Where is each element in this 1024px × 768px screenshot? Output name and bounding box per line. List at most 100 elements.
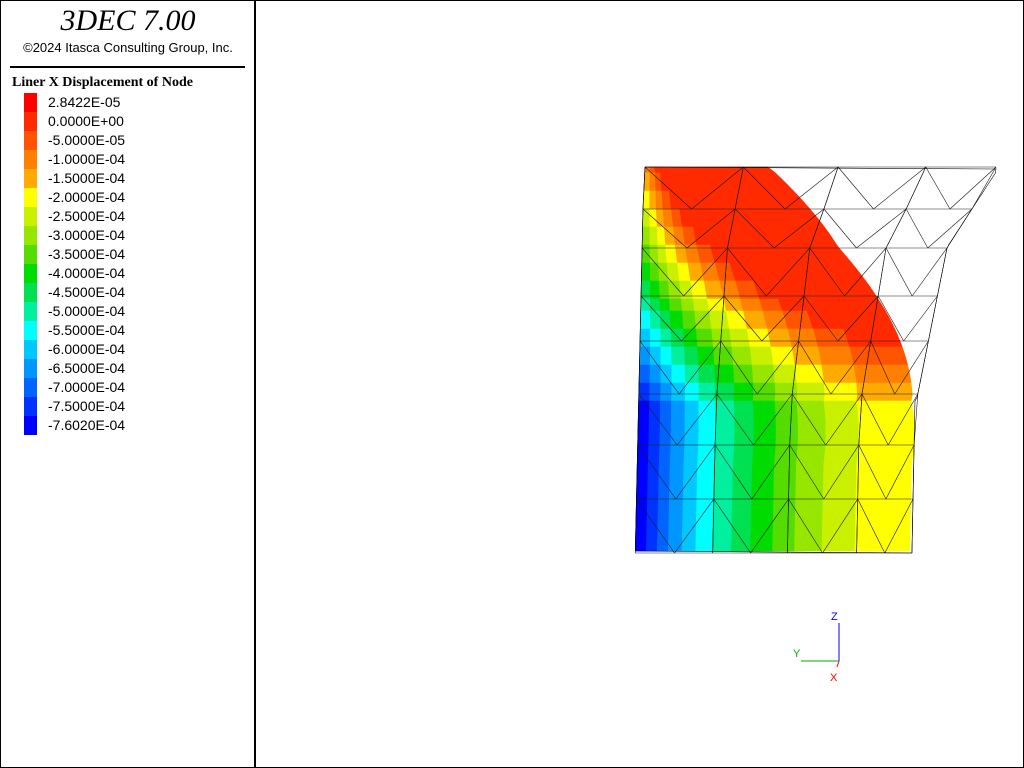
contour-cell (658, 472, 671, 480)
legend-entry: -3.0000E-04 (24, 226, 244, 245)
contour-cell (696, 478, 715, 486)
mesh-line (925, 166, 951, 210)
contour-cell (648, 430, 661, 438)
contour-cell (773, 496, 796, 504)
contour-cell (773, 478, 797, 486)
contour-cell (698, 376, 716, 384)
contour-cell (660, 406, 672, 414)
contour-cell (858, 424, 915, 432)
contour-cell (773, 490, 797, 498)
contour-cell (714, 394, 735, 402)
contour-cell (698, 436, 716, 444)
contour-cell (698, 430, 716, 438)
contour-cell (650, 286, 661, 294)
contour-cell (649, 268, 660, 276)
contour-cell (639, 328, 651, 336)
contour-cell (824, 406, 859, 414)
contour-cell (708, 238, 725, 246)
contour-cell (764, 316, 787, 324)
legend-label: -3.5000E-04 (48, 246, 126, 262)
contour-cell (660, 322, 672, 330)
mesh-line (885, 247, 913, 297)
contour-cell (813, 268, 862, 276)
contour-cell (733, 454, 754, 462)
contour-cell (635, 514, 648, 522)
contour-cell (794, 508, 824, 516)
contour-cell (683, 232, 697, 240)
contour-cell (713, 478, 734, 486)
contour-cell (671, 394, 686, 402)
contour-cell (713, 256, 731, 264)
contour-cell (734, 412, 755, 420)
legend-label: -5.0000E-05 (48, 132, 126, 148)
mesh-line (905, 166, 927, 210)
contour-cell (671, 358, 686, 366)
contour-cell (671, 376, 686, 384)
contour-cell (823, 286, 875, 294)
contour-cell (825, 424, 860, 432)
legend-label: -1.0000E-04 (48, 151, 126, 167)
contour-cell (650, 328, 662, 336)
legend-entry: -2.5000E-04 (24, 207, 244, 226)
contour-cell (642, 226, 651, 234)
mesh-line (784, 166, 839, 210)
contour-cell (760, 256, 786, 264)
mesh-line (911, 247, 948, 297)
contour-cell (787, 268, 818, 276)
contour-cell (856, 460, 913, 468)
contour-cell (648, 436, 661, 444)
contour-cell (647, 490, 659, 498)
contour-cell (732, 490, 753, 498)
contour-cell (679, 286, 693, 294)
contour-cell (668, 286, 682, 294)
contour-cell (720, 286, 740, 294)
contour-cell (822, 514, 856, 522)
contour-cell (713, 472, 734, 480)
contour-cell (655, 184, 663, 192)
contour-cell (638, 382, 651, 390)
title-divider (10, 66, 245, 68)
contour-cell (773, 472, 797, 480)
contour-cell (775, 430, 799, 438)
contour-cell (649, 208, 657, 216)
contour-cell (685, 190, 699, 198)
contour-cell (751, 472, 775, 480)
contour-cell (698, 400, 716, 408)
contour-cell (662, 202, 672, 210)
contour-cell (733, 406, 755, 414)
contour-cell (656, 544, 669, 552)
contour-cell (684, 406, 700, 414)
contour-cell (741, 304, 764, 312)
contour-cell (714, 436, 735, 444)
contour-cell (729, 334, 750, 342)
legend-label: 0.0000E+00 (48, 113, 124, 129)
contour-cell (697, 250, 714, 258)
contour-cell (683, 460, 699, 468)
contour-cell (816, 340, 851, 348)
contour-cell (640, 280, 651, 288)
contour-cell (668, 502, 684, 510)
contour-cell (685, 250, 700, 258)
contour-cell (847, 340, 903, 348)
legend-label: -7.6020E-04 (48, 417, 126, 433)
contour-cell (639, 352, 651, 360)
contour-cell (713, 352, 734, 360)
contour-cell (796, 448, 826, 456)
contour-cell (858, 430, 915, 438)
contour-cell (670, 328, 685, 336)
model-viewport[interactable]: Z Y X (256, 0, 1022, 766)
contour-cell (712, 514, 733, 522)
contour-cell (740, 298, 762, 306)
z-axis-label: Z (831, 611, 838, 623)
contour-cell (676, 190, 688, 198)
contour-cell (639, 364, 651, 372)
contour-cell (641, 262, 651, 270)
contour-cell (751, 358, 774, 366)
contour-cell (730, 340, 751, 348)
contour-cell (647, 472, 660, 480)
legend-swatch (24, 112, 37, 131)
contour-cell (640, 316, 651, 324)
legend-entry: -5.5000E-04 (24, 321, 244, 340)
contour-cell (649, 226, 658, 234)
contour-cell (637, 424, 650, 432)
